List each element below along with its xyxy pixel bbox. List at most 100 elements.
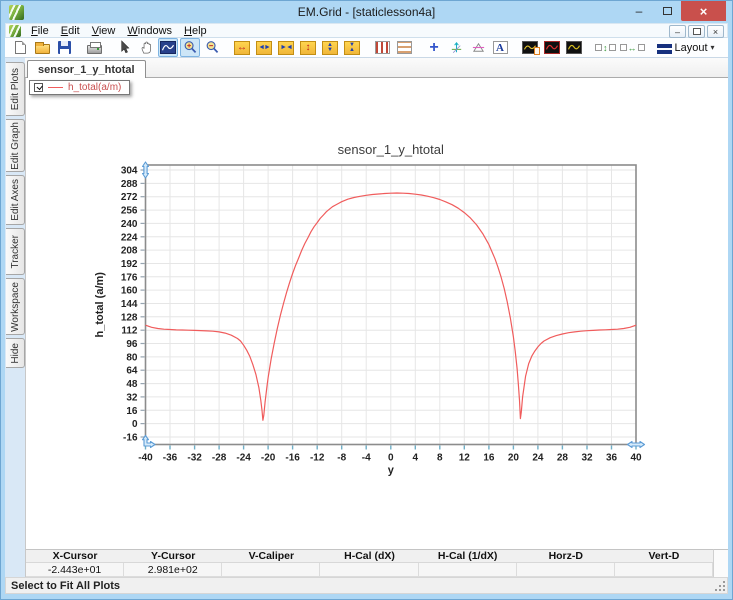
pointer-button[interactable] — [114, 38, 134, 57]
plot-dark-red-icon — [544, 41, 560, 54]
horizontal-spacing-button[interactable]: ↔ — [619, 38, 646, 57]
fit-x-icon: ↔ — [234, 41, 250, 55]
resize-grip[interactable] — [723, 589, 725, 591]
cursor-col-header: Vert-D — [615, 550, 713, 562]
sidebar-tab-workspace[interactable]: Workspace — [6, 278, 25, 335]
expand-y-icon: ▲▼ — [322, 41, 338, 55]
split-horizontal-button[interactable] — [394, 38, 414, 57]
cursor-value-cell — [615, 563, 713, 577]
new-document-button[interactable] — [10, 38, 30, 57]
zoom-out-button[interactable] — [202, 38, 222, 57]
menu-help[interactable]: Help — [178, 25, 213, 37]
split-vertical-button[interactable] — [372, 38, 392, 57]
expand-x-button[interactable]: ◄► — [254, 38, 274, 57]
fit-y-button[interactable]: ↕ — [298, 38, 318, 57]
mdi-buttons: – × — [669, 25, 724, 38]
split-horizontal-icon — [397, 41, 412, 54]
x-tick-label: -8 — [337, 453, 346, 464]
print-button[interactable] — [84, 38, 104, 57]
expand-x-icon: ◄► — [256, 41, 272, 55]
menu-view[interactable]: View — [86, 25, 122, 37]
x-tick-label: -40 — [138, 453, 153, 464]
shrink-y-button[interactable]: ▼▲ — [342, 38, 362, 57]
sidebar-tab-edit-plots[interactable]: Edit Plots — [6, 62, 25, 116]
menu-edit[interactable]: Edit — [55, 25, 86, 37]
y-tick-label: 224 — [121, 232, 138, 243]
plot-canvas[interactable]: h_total(a/m) -40-36-32-28-24-20-16-12-8-… — [25, 78, 728, 577]
cursor-col-header: H-Cal (dX) — [320, 550, 418, 562]
maximize-button[interactable] — [653, 1, 681, 21]
pointer-icon — [117, 40, 132, 55]
x-tick-label: -4 — [362, 453, 371, 464]
caliper-button[interactable] — [468, 38, 488, 57]
layout-button[interactable]: Layout▾ — [656, 38, 716, 57]
print-icon — [87, 41, 102, 54]
toolbar: ↔◄►►◄↕▲▼▼▲+A↕↔Layout▾ — [5, 38, 728, 58]
sidebar-tab-hide[interactable]: Hide — [6, 338, 25, 368]
chart-svg[interactable]: -40-36-32-28-24-20-16-12-8-4048121620242… — [26, 78, 731, 546]
open-button[interactable] — [32, 38, 52, 57]
legend-series-label: h_total(a/m) — [68, 82, 121, 93]
vertical-spacing-button[interactable]: ↕ — [594, 38, 617, 57]
x-tick-label: -32 — [187, 453, 202, 464]
y-tick-label: 160 — [121, 286, 138, 297]
close-button[interactable]: × — [681, 1, 726, 21]
sidebar-tab-tracker[interactable]: Tracker — [6, 228, 25, 275]
x-tick-label: -20 — [261, 453, 276, 464]
caption-buttons: – × — [625, 1, 726, 21]
text-label-button[interactable]: A — [490, 38, 510, 57]
y-tick-label: 0 — [132, 419, 138, 430]
menu-file[interactable]: File — [25, 25, 55, 37]
sidebar-tab-label: Workspace — [10, 282, 21, 332]
y-tick-label: 112 — [121, 326, 138, 337]
sidebar-tab-edit-axes[interactable]: Edit Axes — [6, 175, 25, 225]
title-bar: EM.Grid - [staticlesson4a] – × — [5, 1, 728, 23]
maximize-icon — [663, 7, 672, 15]
y-tick-label: 16 — [126, 406, 138, 417]
select-trace-button[interactable] — [158, 38, 178, 57]
plot-dark-red-button[interactable] — [542, 38, 562, 57]
x-tick-label: 40 — [630, 453, 642, 464]
y-tick-label: 256 — [121, 206, 138, 217]
menu-windows[interactable]: Windows — [121, 25, 178, 37]
cursor-value-cell — [419, 563, 517, 577]
copy-plot-button[interactable] — [520, 38, 540, 57]
mdi-restore-button[interactable] — [688, 25, 705, 38]
axes-button[interactable] — [446, 38, 466, 57]
minimize-button[interactable]: – — [625, 1, 653, 21]
sidebar-tab-edit-graph[interactable]: Edit Graph — [6, 119, 25, 172]
sidebar-tab-label: Hide — [10, 343, 21, 364]
legend-checkbox[interactable] — [34, 83, 43, 92]
shrink-x-button[interactable]: ►◄ — [276, 38, 296, 57]
restore-icon — [693, 28, 701, 35]
plot-dark-yellow-button[interactable] — [564, 38, 584, 57]
crosshair-button[interactable]: + — [424, 38, 444, 57]
cursor-table-value-row: -2.443e+012.981e+02 — [26, 563, 713, 577]
y-tick-label: 32 — [126, 392, 138, 403]
pan-button[interactable] — [136, 38, 156, 57]
status-bar: Select to Fit All Plots — [5, 577, 728, 594]
legend-line-sample — [48, 87, 63, 88]
expand-y-button[interactable]: ▲▼ — [320, 38, 340, 57]
document-area: sensor_1_y_htotal h_total(a/m) -40-36-32… — [25, 58, 728, 577]
text-label-icon: A — [493, 41, 508, 54]
sidebar-tab-label: Edit Axes — [10, 179, 21, 221]
split-vertical-icon — [375, 41, 390, 54]
mdi-minimize-button[interactable]: – — [669, 25, 686, 38]
cursor-value-cell — [517, 563, 615, 577]
tab-sensor-1-y-htotal[interactable]: sensor_1_y_htotal — [27, 60, 146, 78]
save-icon — [58, 41, 71, 54]
save-button[interactable] — [54, 38, 74, 57]
axes-icon — [449, 40, 464, 55]
zoom-in-button[interactable] — [180, 38, 200, 57]
mdi-close-button[interactable]: × — [707, 25, 724, 38]
shrink-y-icon: ▼▲ — [344, 41, 360, 55]
y-tick-label: 288 — [121, 179, 138, 190]
layout-icon: Layout▾ — [657, 42, 715, 54]
fit-x-button[interactable]: ↔ — [232, 38, 252, 57]
x-axis-label: y — [388, 465, 395, 477]
handle-top-left[interactable] — [143, 162, 149, 178]
tab-row: sensor_1_y_htotal — [25, 58, 728, 78]
cursor-col-header: X-Cursor — [26, 550, 124, 562]
x-tick-label: 4 — [413, 453, 419, 464]
